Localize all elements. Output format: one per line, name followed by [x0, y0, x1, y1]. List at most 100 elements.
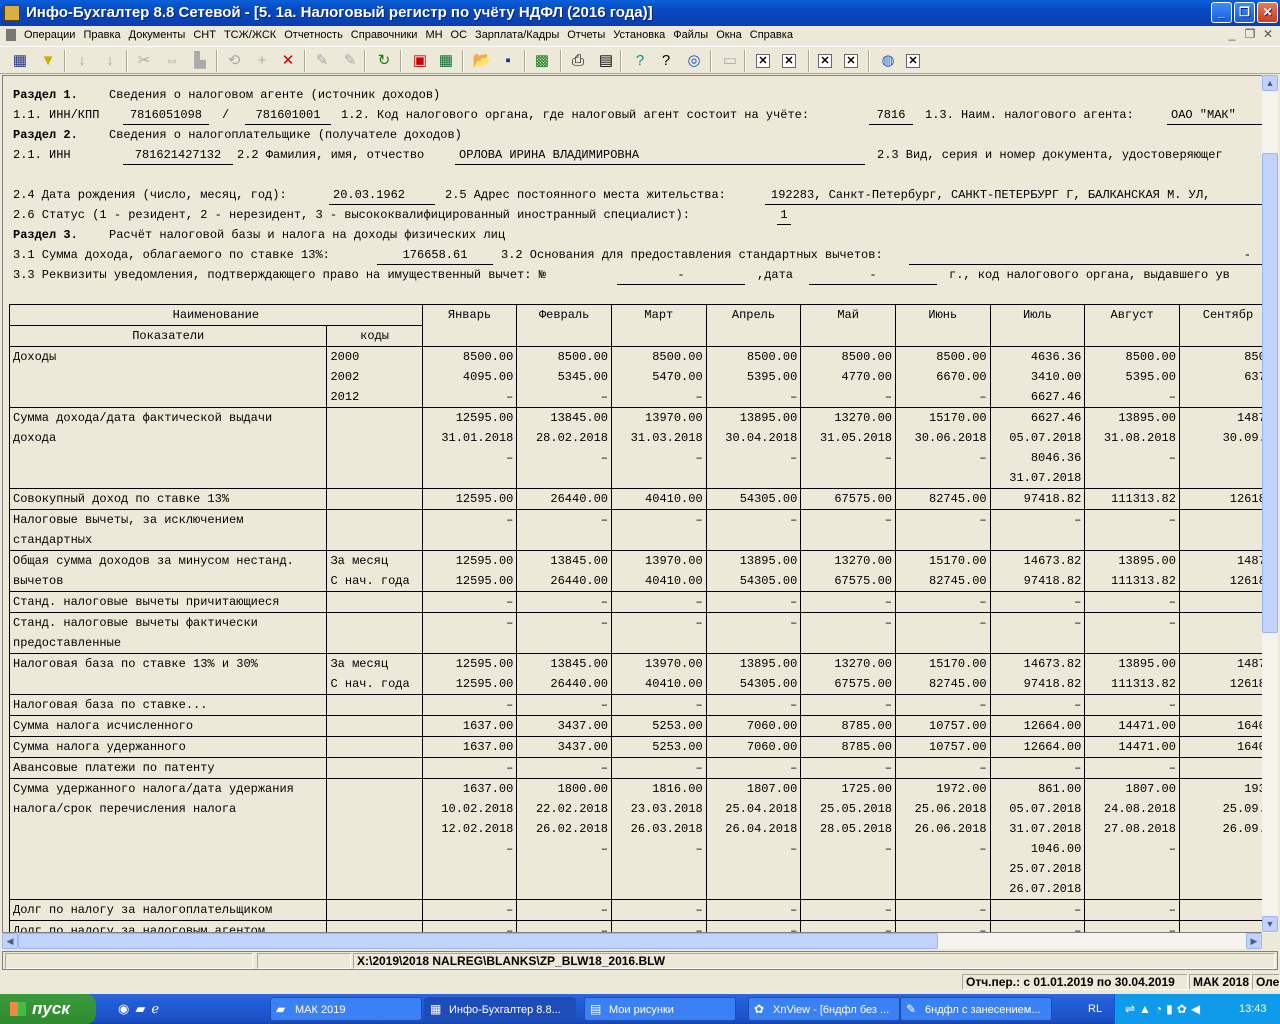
- month-cell[interactable]: –: [894, 899, 991, 921]
- menu-7[interactable]: Справочники: [347, 26, 422, 45]
- month-cell[interactable]: –: [894, 612, 991, 654]
- globe-icon[interactable]: ◍: [878, 51, 898, 71]
- close-box-icon[interactable]: ✕: [906, 54, 920, 68]
- save-icon[interactable]: ▪: [498, 51, 518, 71]
- month-cell[interactable]: –: [705, 899, 802, 921]
- month-cell[interactable]: –: [989, 694, 1086, 716]
- month-cell[interactable]: 82745.00: [894, 488, 991, 510]
- month-cell[interactable]: 1800.00 22.02.2018 26.02.2018 –: [516, 778, 612, 900]
- month-cell[interactable]: 14673.82 97418.82: [989, 653, 1086, 695]
- print-icon[interactable]: ⎙: [568, 51, 588, 71]
- calendar-icon[interactable]: ▣: [410, 51, 430, 71]
- month-cell[interactable]: 13270.00 67575.00: [800, 550, 896, 592]
- help-icon[interactable]: ?: [630, 51, 650, 71]
- taskbar-button[interactable]: ▤ Мои рисунки: [584, 997, 736, 1021]
- person-inn-field[interactable]: 781621427132: [123, 145, 233, 165]
- start-button[interactable]: пуск: [0, 994, 96, 1024]
- month-cell[interactable]: –: [516, 591, 612, 613]
- menu-12[interactable]: Установка: [609, 26, 669, 45]
- media-player-icon[interactable]: ◉: [118, 1001, 135, 1016]
- month-cell[interactable]: 1807.00 24.08.2018 27.08.2018 –: [1084, 778, 1180, 900]
- month-cell[interactable]: 7060.00: [705, 736, 802, 758]
- taskbar-button[interactable]: ▰ МАК 2019: [270, 997, 422, 1021]
- mdi-close-button[interactable]: ✕: [1260, 27, 1276, 41]
- month-cell[interactable]: 13970.00 40410.00: [611, 653, 707, 695]
- horizontal-scroll-thumb[interactable]: [18, 933, 938, 949]
- month-cell[interactable]: 8500.00 5345.00 –: [516, 346, 612, 408]
- month-cell[interactable]: 12664.00: [989, 736, 1086, 758]
- month-cell[interactable]: –: [894, 509, 991, 551]
- month-cell[interactable]: 8500.00 4770.00 –: [800, 346, 896, 408]
- month-cell[interactable]: –: [1084, 899, 1180, 921]
- menu-8[interactable]: МН: [421, 26, 446, 45]
- month-cell[interactable]: 111313.82: [1084, 488, 1180, 510]
- birth-date-field[interactable]: 20.03.1962: [329, 185, 435, 205]
- notice-number-field[interactable]: -: [617, 265, 745, 285]
- open-folder-icon[interactable]: 📂: [472, 51, 492, 71]
- fio-field[interactable]: ОРЛОВА ИРИНА ВЛАДИМИРОВНА: [455, 145, 865, 165]
- month-cell[interactable]: –: [705, 509, 802, 551]
- month-cell[interactable]: 14471.00: [1084, 715, 1180, 737]
- month-cell[interactable]: –: [894, 694, 991, 716]
- month-cell[interactable]: 8500.00 5395.00 –: [705, 346, 802, 408]
- month-cell[interactable]: –: [516, 509, 612, 551]
- excel-icon[interactable]: ▩: [532, 51, 552, 71]
- month-cell[interactable]: 5253.00: [611, 715, 707, 737]
- print-draft-icon[interactable]: ▭: [720, 51, 740, 71]
- close-button[interactable]: ✕: [1257, 2, 1278, 23]
- month-cell[interactable]: 12595.00: [421, 488, 518, 510]
- refresh-icon[interactable]: ↻: [374, 51, 394, 71]
- month-cell[interactable]: –: [989, 612, 1086, 654]
- close-box-icon[interactable]: ✕: [756, 54, 770, 68]
- month-cell[interactable]: –: [800, 591, 896, 613]
- address-field[interactable]: 192283, Санкт-Петербург, САНКТ-ПЕТЕРБУРГ…: [765, 185, 1263, 205]
- month-cell[interactable]: 4636.36 3410.00 6627.46: [989, 346, 1086, 408]
- minimize-button[interactable]: _: [1211, 2, 1232, 23]
- month-cell[interactable]: –: [421, 757, 518, 779]
- month-cell[interactable]: 13970.00 31.03.2018 –: [611, 407, 707, 489]
- menu-4[interactable]: СНТ: [189, 26, 220, 45]
- month-cell[interactable]: –: [611, 509, 707, 551]
- copy-icon[interactable]: ⇔: [162, 51, 182, 71]
- language-indicator[interactable]: RL: [1088, 994, 1102, 1024]
- month-cell[interactable]: –: [516, 899, 612, 921]
- menu-10[interactable]: Зарплата/Кадры: [471, 26, 563, 45]
- month-cell[interactable]: 13270.00 67575.00: [800, 653, 896, 695]
- agent-name-field[interactable]: ОАО "МАК": [1167, 105, 1263, 125]
- month-cell[interactable]: 67575.00: [800, 488, 896, 510]
- month-cell[interactable]: –: [611, 694, 707, 716]
- month-cell[interactable]: –: [611, 920, 707, 932]
- menu-11[interactable]: Отчеты: [563, 26, 609, 45]
- month-cell[interactable]: –: [800, 899, 896, 921]
- month-cell[interactable]: –: [421, 509, 518, 551]
- paste-icon[interactable]: ▙: [190, 51, 210, 71]
- month-cell[interactable]: –: [611, 591, 707, 613]
- delete-icon[interactable]: ✕: [278, 51, 298, 71]
- month-cell[interactable]: –: [800, 694, 896, 716]
- mdi-restore-button[interactable]: ❐: [1242, 27, 1258, 41]
- income-13-field[interactable]: 176658.61: [377, 245, 493, 265]
- month-cell[interactable]: 12595.00 12595.00: [421, 550, 518, 592]
- menu-13[interactable]: Файлы: [669, 26, 712, 45]
- month-cell[interactable]: –: [989, 757, 1086, 779]
- month-cell[interactable]: 12664.00: [989, 715, 1086, 737]
- month-cell[interactable]: 6627.46 05.07.2018 8046.36 31.07.2018: [989, 407, 1086, 489]
- month-cell[interactable]: –: [705, 920, 802, 932]
- scroll-left-arrow-icon[interactable]: ◀: [2, 933, 18, 949]
- month-cell[interactable]: 3437.00: [516, 736, 612, 758]
- tax-office-field[interactable]: 7816: [869, 105, 913, 125]
- month-cell[interactable]: 8785.00: [800, 715, 896, 737]
- calculator-icon[interactable]: ▦: [436, 51, 456, 71]
- month-cell[interactable]: 40410.00: [611, 488, 707, 510]
- menu-15[interactable]: Справка: [746, 26, 797, 45]
- month-cell[interactable]: –: [894, 757, 991, 779]
- month-cell[interactable]: 15170.00 30.06.2018 –: [894, 407, 991, 489]
- month-cell[interactable]: –: [705, 591, 802, 613]
- month-cell[interactable]: 12595.00 12595.00: [421, 653, 518, 695]
- month-cell[interactable]: 1637.00: [421, 736, 518, 758]
- month-cell[interactable]: –: [421, 612, 518, 654]
- taskbar-button[interactable]: ✎ 6ндфл с занесением...: [900, 997, 1052, 1021]
- month-cell[interactable]: –: [611, 757, 707, 779]
- month-cell[interactable]: –: [1084, 920, 1180, 932]
- month-cell[interactable]: –: [421, 899, 518, 921]
